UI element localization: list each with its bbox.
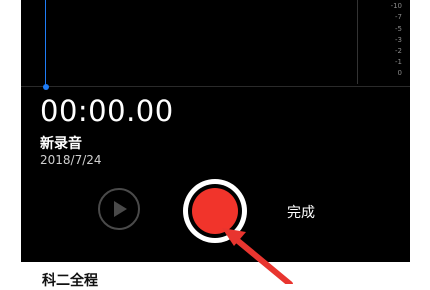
meter-tick: -2 xyxy=(395,47,402,55)
playhead-line xyxy=(45,0,46,86)
record-ring xyxy=(188,184,242,238)
meter-tick: -5 xyxy=(395,25,402,33)
level-meter: -10 -7 -5 -3 -2 -1 0 xyxy=(357,0,408,84)
play-icon xyxy=(114,201,127,217)
meter-tick: -7 xyxy=(395,13,402,21)
done-button[interactable]: 完成 xyxy=(287,202,315,222)
recording-date: 2018/7/24 xyxy=(40,153,102,167)
elapsed-timer: 00:00.00 xyxy=(40,94,174,128)
recording-title[interactable]: 新录音 xyxy=(40,133,82,153)
meter-tick: 0 xyxy=(397,69,402,77)
waveform-area: -10 -7 -5 -3 -2 -1 0 xyxy=(21,0,410,90)
playhead-handle[interactable] xyxy=(43,84,49,90)
meter-tick: -10 xyxy=(390,2,402,10)
meter-tick: -1 xyxy=(395,58,402,66)
voice-memo-recorder: -10 -7 -5 -3 -2 -1 0 00:00.00 新录音 2018/7… xyxy=(21,0,410,262)
meter-tick: -3 xyxy=(395,36,402,44)
record-button[interactable] xyxy=(183,179,247,243)
record-icon xyxy=(192,188,238,234)
recording-list-item-title[interactable]: 科二全程 xyxy=(42,270,98,290)
play-button[interactable] xyxy=(98,188,140,230)
